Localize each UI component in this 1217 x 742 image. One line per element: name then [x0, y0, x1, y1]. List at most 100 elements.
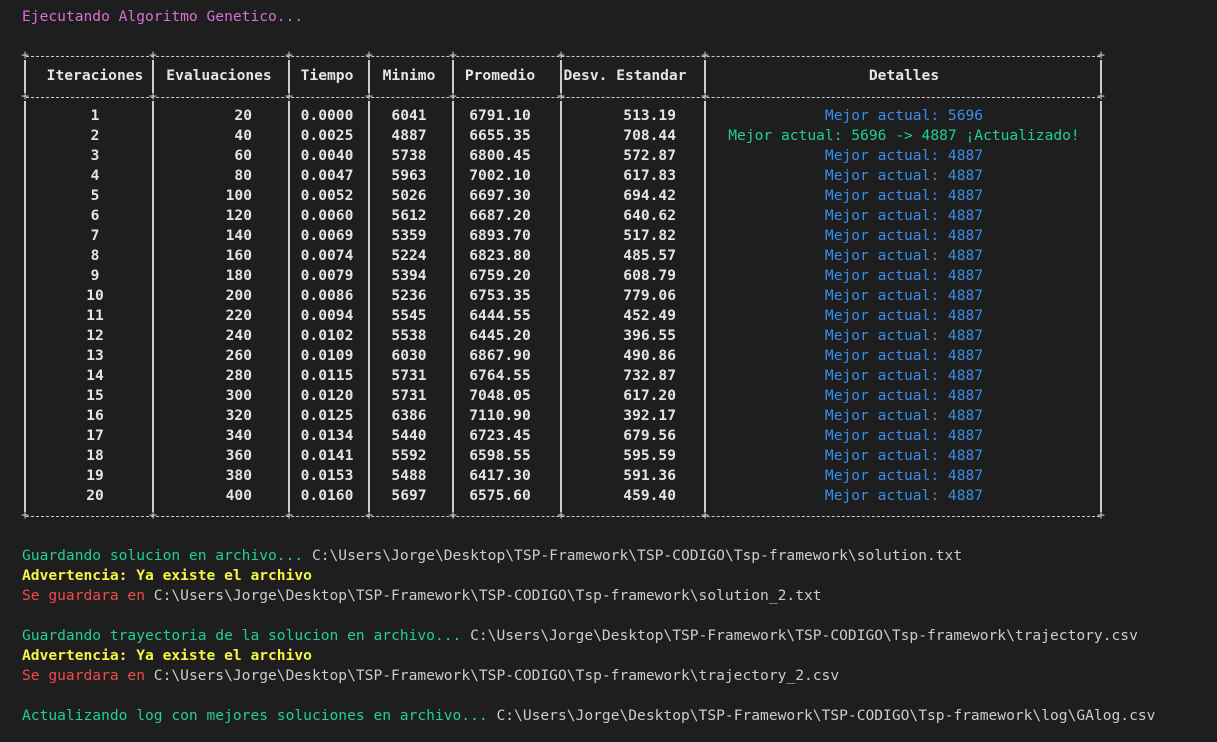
table-row: 11 220 0.0094 5545 6444.55 452.49 Mejor actual…	[22, 306, 1102, 326]
cell-promedio: 7048.05	[469, 387, 531, 404]
cell-promedio: 6759.20	[469, 267, 531, 284]
table-corner: +	[701, 508, 709, 523]
cell-minimo: 5224	[391, 247, 427, 264]
table-corner: +	[1097, 508, 1105, 523]
cell-iteraciones: 5	[90, 187, 100, 204]
table-corner: +	[285, 508, 293, 523]
save-as-1-label: Se guardara en	[22, 587, 154, 604]
cell-desv: 459.40	[623, 487, 676, 504]
table-row: 7 140 0.0069 5359 6893.70 517.82 Mejor actual:…	[22, 226, 1102, 246]
table-column-separator	[1100, 101, 1102, 512]
cell-promedio: 6791.10	[469, 107, 531, 124]
cell-detalles: Mejor actual: 4887	[824, 427, 984, 444]
cell-desv: 485.57	[623, 247, 676, 264]
cell-iteraciones: 6	[90, 207, 100, 224]
cell-desv: 392.17	[623, 407, 676, 424]
col-header-minimo: Minimo	[382, 67, 436, 84]
cell-minimo: 5538	[391, 327, 427, 344]
cell-evaluaciones: 20	[234, 107, 252, 124]
cell-detalles: Mejor actual: 4887	[824, 207, 984, 224]
table-corner: +	[449, 508, 457, 523]
cell-desv: 679.56	[623, 427, 676, 444]
cell-detalles: Mejor actual: 4887	[824, 347, 984, 364]
cell-evaluaciones: 140	[225, 227, 252, 244]
cell-tiempo: 0.0153	[300, 467, 354, 484]
cell-tiempo: 0.0125	[300, 407, 354, 424]
cell-evaluaciones: 80	[234, 167, 252, 184]
table-row: 3 60 0.0040 5738 6800.45 572.87 Mejor actual: …	[22, 146, 1102, 166]
cell-iteraciones: 4	[90, 167, 100, 184]
cell-tiempo: 0.0102	[300, 327, 354, 344]
cell-desv: 513.19	[623, 107, 676, 124]
warning-2: Advertencia: Ya existe el archivo	[22, 647, 312, 664]
warning-1: Advertencia: Ya existe el archivo	[22, 567, 312, 584]
table-corner: +	[365, 89, 373, 104]
cell-minimo: 6030	[391, 347, 427, 364]
table-column-separator	[288, 101, 290, 512]
table-corner: +	[557, 89, 565, 104]
table-row: 18 360 0.0141 5592 6598.55 595.59 Mejor actual…	[22, 446, 1102, 466]
table-header-row: Iteraciones Evaluaciones Tiempo Minimo P…	[22, 66, 1102, 86]
cell-tiempo: 0.0000	[300, 107, 354, 124]
table-corner: +	[21, 48, 29, 63]
log-msg: Actualizando log con mejores soluciones …	[22, 707, 497, 724]
cell-desv: 572.87	[623, 147, 676, 164]
cell-iteraciones: 13	[86, 347, 104, 364]
cell-tiempo: 0.0160	[300, 487, 354, 504]
cell-tiempo: 0.0120	[300, 387, 354, 404]
table-column-separator	[368, 101, 370, 512]
cell-iteraciones: 10	[86, 287, 104, 304]
table-row: 9 180 0.0079 5394 6759.20 608.79 Mejor actual:…	[22, 266, 1102, 286]
cell-iteraciones: 1	[90, 107, 100, 124]
cell-iteraciones: 2	[90, 127, 100, 144]
cell-tiempo: 0.0115	[300, 367, 354, 384]
table-row: 20 400 0.0160 5697 6575.60 459.40 Mejor actual…	[22, 486, 1102, 506]
cell-evaluaciones: 240	[225, 327, 252, 344]
cell-tiempo: 0.0025	[300, 127, 354, 144]
cell-detalles: Mejor actual: 4887	[824, 447, 984, 464]
cell-promedio: 6575.60	[469, 487, 531, 504]
cell-minimo: 5738	[391, 147, 427, 164]
save-trajectory-line: Guardando trayectoria de la solucion en …	[22, 626, 1138, 646]
save-as-2-path: C:\Users\Jorge\Desktop\TSP-Framework\TSP…	[153, 667, 840, 684]
cell-evaluaciones: 300	[225, 387, 252, 404]
save-solution-line: Guardando solucion en archivo... C:\User…	[22, 546, 962, 566]
cell-desv: 779.06	[623, 287, 676, 304]
table-column-separator	[152, 101, 154, 512]
cell-iteraciones: 18	[86, 447, 104, 464]
table-corner: +	[557, 48, 565, 63]
cell-promedio: 6655.35	[469, 127, 531, 144]
table-corner: +	[365, 508, 373, 523]
table-corner: +	[1097, 89, 1105, 104]
cell-evaluaciones: 200	[225, 287, 252, 304]
cell-iteraciones: 20	[86, 487, 104, 504]
cell-tiempo: 0.0074	[300, 247, 354, 264]
cell-desv: 640.62	[623, 207, 676, 224]
cell-promedio: 6753.35	[469, 287, 531, 304]
cell-iteraciones: 3	[90, 147, 100, 164]
cell-minimo: 6386	[391, 407, 427, 424]
cell-minimo: 5026	[391, 187, 427, 204]
table-corner: +	[557, 508, 565, 523]
cell-tiempo: 0.0094	[300, 307, 354, 324]
cell-minimo: 5697	[391, 487, 427, 504]
table-corner: +	[449, 89, 457, 104]
cell-tiempo: 0.0079	[300, 267, 354, 284]
cell-detalles: Mejor actual: 4887	[824, 467, 984, 484]
col-header-desv: Desv. Estandar	[563, 67, 687, 84]
cell-evaluaciones: 160	[225, 247, 252, 264]
cell-minimo: 5731	[391, 367, 427, 384]
cell-detalles: Mejor actual: 4887	[824, 247, 984, 264]
cell-detalles: Mejor actual: 4887	[824, 147, 984, 164]
col-header-evaluaciones: Evaluaciones	[166, 67, 272, 84]
cell-tiempo: 0.0134	[300, 427, 354, 444]
cell-desv: 694.42	[623, 187, 676, 204]
table-row: 8 160 0.0074 5224 6823.80 485.57 Mejor actual:…	[22, 246, 1102, 266]
cell-minimo: 5236	[391, 287, 427, 304]
cell-minimo: 5612	[391, 207, 427, 224]
cell-detalles: Mejor actual: 4887	[824, 287, 984, 304]
results-table: Iteraciones Evaluaciones Tiempo Minimo P…	[21, 46, 1105, 524]
cell-iteraciones: 8	[90, 247, 100, 264]
cell-desv: 591.36	[623, 467, 676, 484]
table-row: 1 20 0.0000 6041 6791.10 513.19 Mejor actual: …	[22, 106, 1102, 126]
